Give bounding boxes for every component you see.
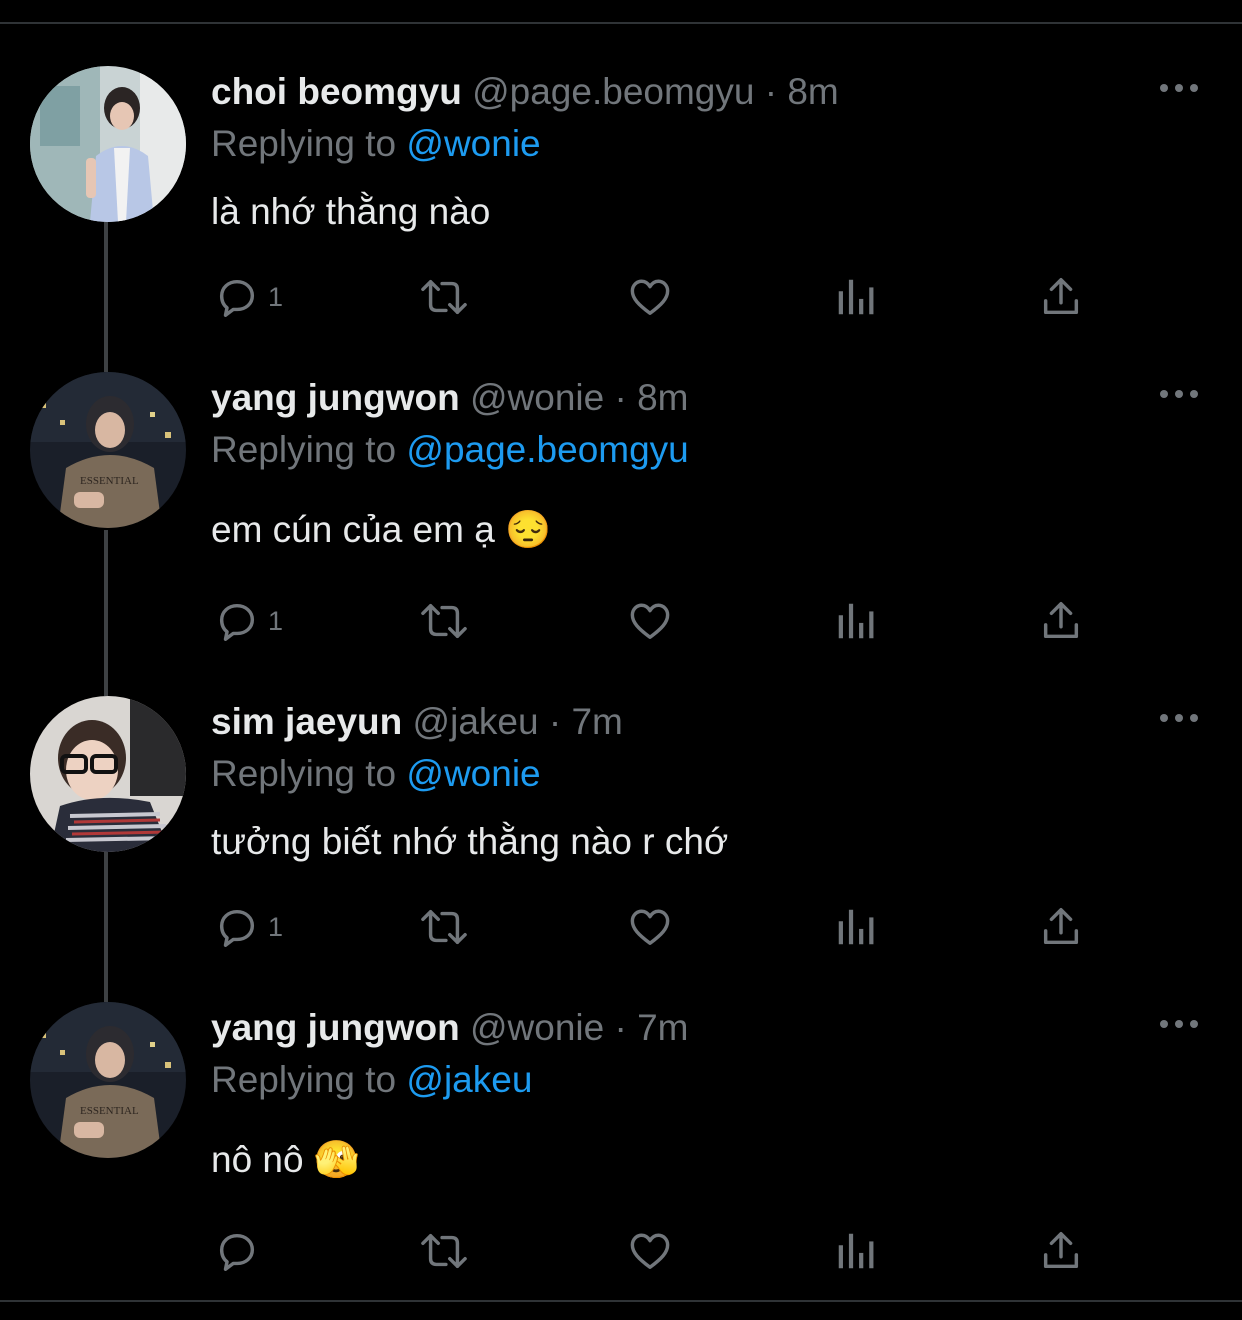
avatar[interactable]: ESSENTIAL [30,1002,186,1158]
bottom-divider [0,1300,1242,1302]
views-button[interactable] [834,596,878,646]
like-icon [630,1233,670,1270]
replying-to: Replying to @wonie [211,122,541,166]
avatar[interactable] [30,66,186,222]
timestamp[interactable]: · 8m [615,377,689,418]
reply-icon [219,279,255,317]
reply-icon [219,1233,255,1271]
share-button[interactable] [1038,272,1084,322]
retweet-icon [421,279,467,315]
handle[interactable]: @jakeu [413,701,539,742]
retweet-button[interactable] [416,902,472,952]
sweater-print: ESSENTIAL [80,1105,139,1117]
replying-prefix: Replying to [211,1059,397,1100]
reply-count: 1 [268,605,284,636]
reply-button[interactable] [214,1226,268,1276]
views-icon [838,909,874,945]
handle[interactable]: @page.beomgyu [472,71,754,112]
reply-button[interactable]: 1 [214,596,283,646]
action-bar: 1 [0,902,1242,952]
handle[interactable]: @wonie [470,1007,604,1048]
tweet-text: nô nô 🫣 [211,1139,360,1180]
more-icon[interactable] [1158,78,1200,98]
avatar[interactable]: ESSENTIAL [30,372,186,528]
tweet[interactable]: ESSENTIAL yang jungwon @wonie · 8m Reply… [0,372,1242,662]
display-name[interactable]: yang jungwon [211,1007,460,1048]
reply-count: 1 [268,281,284,312]
views-button[interactable] [834,902,878,952]
more-icon[interactable] [1158,384,1200,404]
reply-button[interactable]: 1 [214,272,283,322]
reply-button[interactable]: 1 [214,902,283,952]
retweet-button[interactable] [416,596,472,646]
tweet-text: là nhớ thằng nào [211,191,491,232]
replying-to: Replying to @page.beomgyu [211,428,689,472]
views-icon [838,1233,874,1269]
tweet[interactable]: ESSENTIAL yang jungwon @wonie · 7m Reply… [0,1002,1242,1292]
reply-icon [219,603,255,641]
action-bar: 1 [0,272,1242,322]
timestamp[interactable]: · 7m [549,701,623,742]
avatar-photo [30,66,186,222]
like-button[interactable] [626,902,674,952]
avatar-photo: ESSENTIAL [30,1002,186,1158]
like-icon [630,603,670,640]
timestamp[interactable]: · 7m [615,1007,689,1048]
views-button[interactable] [834,1226,878,1276]
share-icon [1043,278,1079,315]
replying-prefix: Replying to [211,429,397,470]
share-button[interactable] [1038,1226,1084,1276]
share-icon [1043,602,1079,639]
tweet[interactable]: choi beomgyu @page.beomgyu · 8m Replying… [0,66,1242,326]
tweet[interactable]: sim jaeyun @jakeu · 7m Replying to @woni… [0,696,1242,966]
display-name[interactable]: sim jaeyun [211,701,402,742]
avatar-photo [30,696,186,852]
top-divider [0,0,1242,24]
views-button[interactable] [834,272,878,322]
mention-link[interactable]: @wonie [406,123,540,164]
retweet-icon [421,909,467,945]
views-icon [838,603,874,639]
like-button[interactable] [626,1226,674,1276]
tweet-header: choi beomgyu @page.beomgyu · 8m [211,70,839,114]
tweet-header: yang jungwon @wonie · 7m [211,1006,689,1050]
timestamp[interactable]: · 8m [765,71,839,112]
mention-link[interactable]: @jakeu [406,1059,532,1100]
avatar-photo: ESSENTIAL [30,372,186,528]
tweet-header: sim jaeyun @jakeu · 7m [211,700,623,744]
replying-to: Replying to @jakeu [211,1058,532,1102]
display-name[interactable]: choi beomgyu [211,71,462,112]
mention-link[interactable]: @page.beomgyu [406,429,688,470]
avatar[interactable] [30,696,186,852]
like-button[interactable] [626,272,674,322]
tweet-text: em cún của em ạ 😔 [211,509,552,550]
reply-icon [219,909,255,947]
replying-to: Replying to @wonie [211,752,541,796]
retweet-icon [421,1233,467,1269]
retweet-button[interactable] [416,1226,472,1276]
more-icon[interactable] [1158,1014,1200,1034]
share-icon [1043,1232,1079,1269]
reply-count: 1 [268,911,284,942]
sweater-print: ESSENTIAL [80,475,139,487]
more-icon[interactable] [1158,708,1200,728]
action-bar [0,1226,1242,1276]
replying-prefix: Replying to [211,753,397,794]
views-icon [838,279,874,315]
handle[interactable]: @wonie [470,377,604,418]
action-bar: 1 [0,596,1242,646]
share-button[interactable] [1038,902,1084,952]
like-icon [630,279,670,316]
retweet-button[interactable] [416,272,472,322]
replying-prefix: Replying to [211,123,397,164]
share-icon [1043,908,1079,945]
retweet-icon [421,603,467,639]
like-icon [630,909,670,946]
mention-link[interactable]: @wonie [406,753,540,794]
tweet-header: yang jungwon @wonie · 8m [211,376,689,420]
tweet-text: tưởng biết nhớ thằng nào r chớ [211,821,729,862]
display-name[interactable]: yang jungwon [211,377,460,418]
like-button[interactable] [626,596,674,646]
share-button[interactable] [1038,596,1084,646]
